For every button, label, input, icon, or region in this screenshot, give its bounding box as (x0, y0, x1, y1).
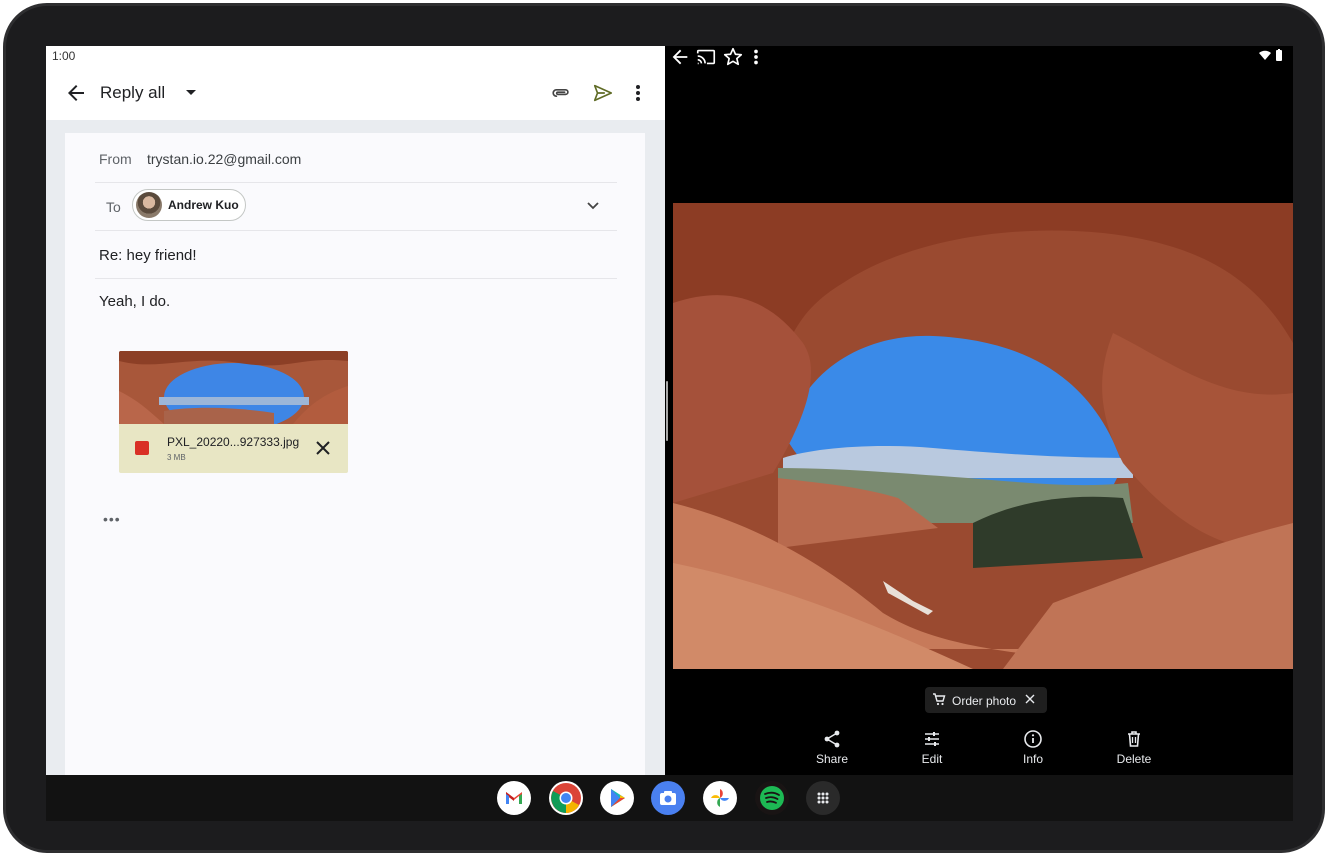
order-photo-chip[interactable]: Order photo (925, 687, 1047, 713)
back-arrow-icon[interactable] (64, 81, 88, 105)
dropdown-caret-icon[interactable] (186, 90, 196, 95)
share-button[interactable]: Share (802, 729, 862, 766)
camera-icon[interactable] (651, 781, 685, 815)
more-vert-icon[interactable] (748, 46, 764, 68)
status-time: 1:00 (46, 46, 665, 66)
compose-mode-title[interactable]: Reply all (100, 83, 165, 103)
info-button[interactable]: Info (1003, 729, 1063, 766)
avatar (136, 192, 162, 218)
photos-icon[interactable] (703, 781, 737, 815)
gmail-app-bar: Reply all (46, 66, 665, 120)
share-icon (824, 730, 840, 748)
edit-button[interactable]: Edit (902, 729, 962, 766)
back-arrow-icon[interactable] (669, 46, 691, 68)
gmail-pane: 1:00 Reply all From trystan.io.22@gmail.… (46, 46, 665, 775)
subject-field[interactable]: Re: hey friend! (99, 247, 197, 264)
tablet-frame: 1:00 Reply all From trystan.io.22@gmail.… (3, 3, 1325, 853)
spotify-icon[interactable] (755, 781, 789, 815)
taskbar (46, 775, 1293, 821)
chrome-icon[interactable] (549, 781, 583, 815)
status-icons (1259, 49, 1283, 61)
recipient-name: Andrew Kuo (168, 198, 239, 212)
order-photo-label: Order photo (952, 694, 1017, 708)
recipient-chip[interactable]: Andrew Kuo (132, 189, 246, 221)
to-label: To (106, 199, 121, 215)
to-row[interactable]: To Andrew Kuo (95, 183, 617, 231)
close-icon[interactable] (1024, 693, 1036, 705)
gmail-icon[interactable] (497, 781, 531, 815)
info-label: Info (1022, 752, 1043, 766)
compose-area: From trystan.io.22@gmail.com To Andrew K… (65, 133, 645, 775)
image-file-icon (135, 441, 149, 455)
attachment-info: PXL_20220...927333.jpg 3 MB (119, 424, 348, 473)
delete-label: Delete (1116, 752, 1152, 766)
share-label: Share (815, 752, 849, 766)
send-icon[interactable] (592, 82, 614, 104)
close-icon[interactable] (314, 439, 332, 457)
star-icon[interactable] (722, 46, 744, 68)
photos-pane: Order photo Share Edit Info Delete (669, 46, 1293, 775)
edit-label: Edit (921, 752, 943, 766)
battery-icon (1276, 49, 1282, 61)
cart-icon (933, 693, 946, 706)
delete-button[interactable]: Delete (1104, 729, 1164, 766)
attachment-filename: PXL_20220...927333.jpg (167, 435, 300, 449)
trash-icon (1128, 731, 1140, 747)
from-row[interactable]: From trystan.io.22@gmail.com (95, 133, 617, 183)
body-text[interactable]: Yeah, I do. (99, 293, 170, 310)
cast-icon[interactable] (695, 46, 717, 68)
wifi-icon (1259, 50, 1271, 60)
play-store-icon[interactable] (600, 781, 634, 815)
more-vert-icon[interactable] (628, 81, 648, 105)
attach-icon[interactable] (550, 82, 572, 104)
show-quoted-text-button[interactable]: ••• (103, 511, 121, 527)
app-drawer-icon[interactable] (806, 781, 840, 815)
attachment-size: 3 MB (167, 453, 186, 462)
from-address[interactable]: trystan.io.22@gmail.com (147, 151, 301, 167)
photo-arch[interactable] (673, 203, 1293, 669)
attachment-card[interactable]: PXL_20220...927333.jpg 3 MB (119, 351, 348, 473)
split-handle[interactable] (666, 381, 668, 441)
from-label: From (99, 151, 132, 167)
attachment-thumbnail (119, 351, 348, 424)
chevron-down-icon[interactable] (585, 197, 601, 213)
screen: 1:00 Reply all From trystan.io.22@gmail.… (46, 46, 1293, 821)
tune-icon (925, 732, 939, 746)
subject-row[interactable]: Re: hey friend! (95, 231, 617, 279)
info-icon (1024, 730, 1042, 748)
